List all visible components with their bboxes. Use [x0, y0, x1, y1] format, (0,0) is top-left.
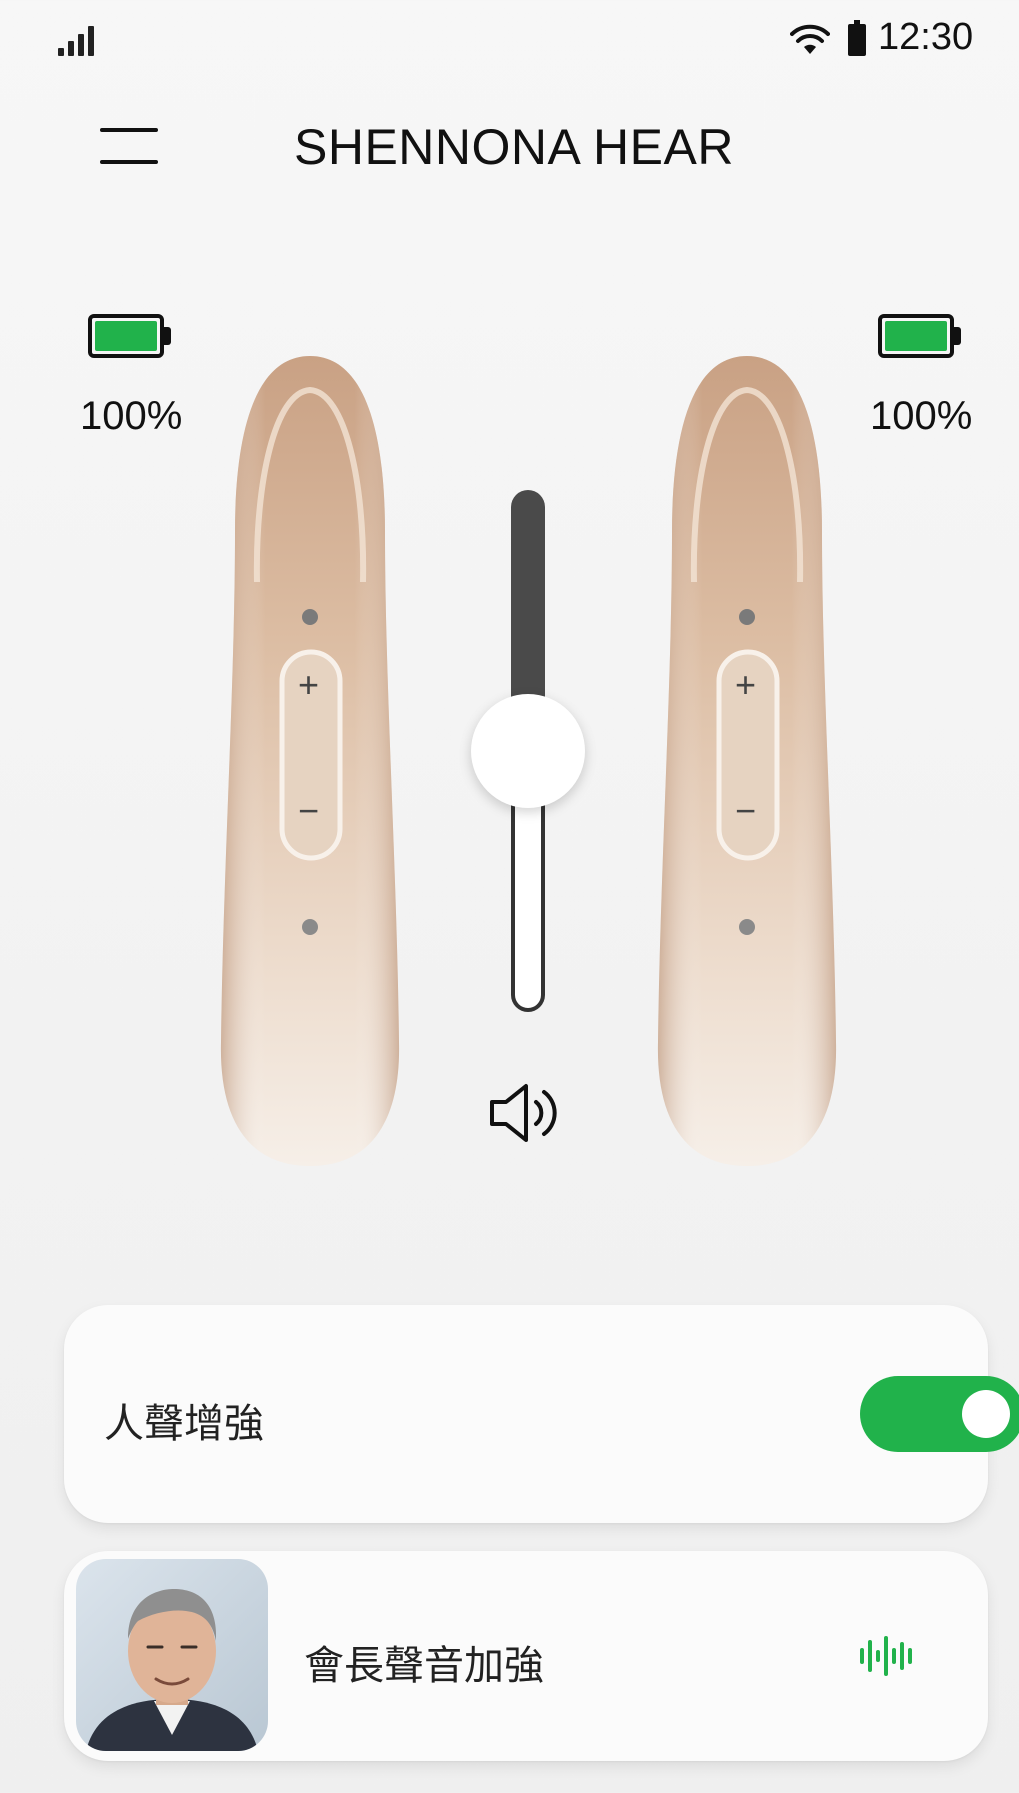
- wifi-icon: [790, 24, 830, 54]
- status-time: 12:30: [878, 16, 974, 58]
- right-battery-percent: 100%: [870, 394, 973, 438]
- right-battery-icon: [878, 314, 964, 362]
- left-battery-icon: [88, 314, 174, 362]
- right-minus-label: −: [735, 790, 757, 831]
- hamburger-menu-icon[interactable]: [100, 128, 158, 168]
- voice-enhance-toggle[interactable]: [860, 1376, 1019, 1452]
- volume-slider-thumb[interactable]: [471, 694, 585, 808]
- page-title: SHENNONA HEAR: [294, 119, 734, 175]
- portrait-avatar: [76, 1559, 268, 1751]
- toggle-knob: [962, 1390, 1010, 1438]
- right-plus-label: +: [735, 664, 757, 705]
- signal-icon: [58, 26, 98, 56]
- left-hearing-aid: [220, 356, 400, 1166]
- chairman-voice-label: 會長聲音加強: [304, 1644, 544, 1688]
- voice-enhance-label: 人聲增強: [104, 1402, 264, 1446]
- left-plus-label: +: [298, 664, 320, 705]
- left-battery-percent: 100%: [80, 394, 183, 438]
- left-minus-label: −: [298, 790, 320, 831]
- sound-wave-icon: [860, 1636, 912, 1676]
- battery-icon: [848, 20, 866, 56]
- right-hearing-aid: [657, 356, 837, 1166]
- voice-enhance-card: 人聲增強: [64, 1305, 1019, 1523]
- speaker-volume-icon[interactable]: [484, 1078, 574, 1148]
- status-bar: 12:30: [0, 0, 1019, 80]
- volume-slider[interactable]: [471, 490, 585, 1012]
- chairman-voice-card[interactable]: 會長聲音加強: [64, 1551, 988, 1761]
